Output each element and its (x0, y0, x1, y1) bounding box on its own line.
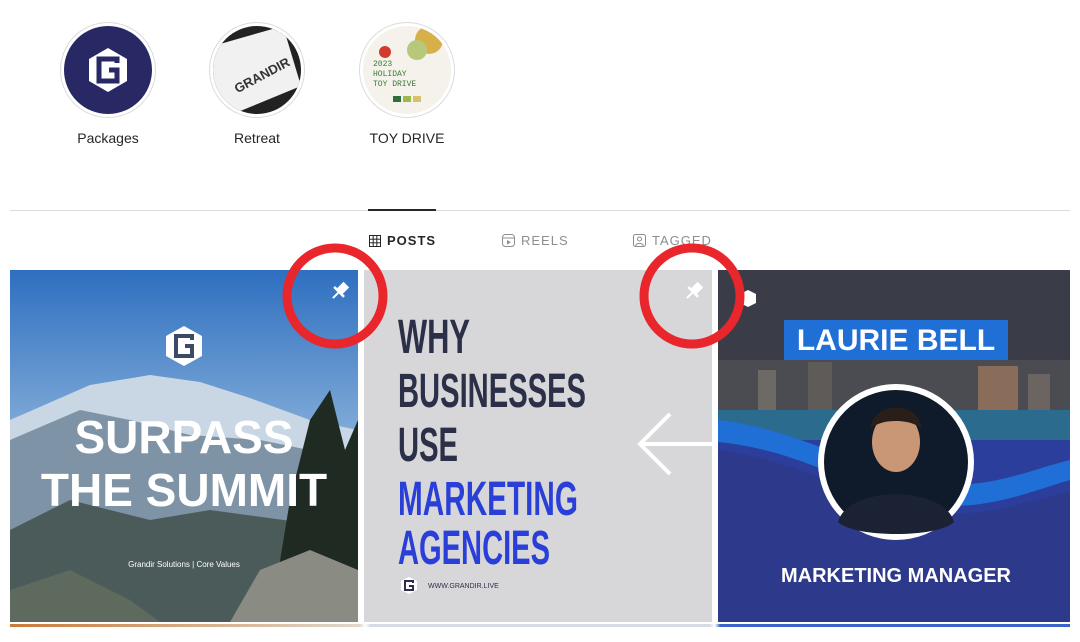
tab-posts[interactable]: POSTS (369, 233, 436, 248)
tab-label: REELS (521, 233, 569, 248)
highlight-cover-ring: 2023 HOLIDAY TOY DRIVE (359, 22, 455, 118)
grid-icon (369, 234, 381, 247)
post-laurie-bell[interactable]: LAURIE BELL MARKETING MANAGER (718, 270, 1070, 622)
highlight-label: TOY DRIVE (369, 130, 445, 146)
highlight-cover: 2023 HOLIDAY TOY DRIVE (363, 26, 451, 114)
post-website: WWW.GRANDIR.LIVE (428, 583, 499, 590)
post-image: LAURIE BELL MARKETING MANAGER (718, 270, 1070, 622)
tab-label: TAGGED (652, 233, 712, 248)
post-caption: Grandir Solutions | Core Values (128, 560, 240, 569)
highlight-label: Packages (77, 130, 139, 146)
post-headline-line: USE (398, 419, 458, 472)
highlight-retreat[interactable]: GRANDIR Retreat (209, 22, 305, 146)
tagged-icon (633, 234, 646, 247)
svg-text:2023: 2023 (373, 60, 392, 69)
profile-divider (10, 210, 1070, 211)
person-title: MARKETING MANAGER (781, 565, 1012, 587)
post-headline-line: BUSINESSES (398, 365, 586, 418)
tab-reels[interactable]: REELS (502, 233, 569, 248)
person-name: LAURIE BELL (797, 324, 995, 357)
post-headline-line: SURPASS (75, 411, 294, 463)
tab-tagged[interactable]: TAGGED (633, 233, 712, 248)
post-why-businesses[interactable]: WHY BUSINESSES USE MARKETING AGENCIES WW… (364, 270, 712, 622)
post-headline-line: THE SUMMIT (41, 464, 327, 516)
highlight-cover (64, 26, 152, 114)
post-image: SURPASS THE SUMMIT Grandir Solutions | C… (10, 270, 358, 622)
next-row-strip (10, 624, 1070, 627)
reels-icon (502, 234, 515, 247)
highlight-packages[interactable]: Packages (60, 22, 156, 146)
active-tab-indicator (368, 209, 436, 211)
highlight-cover-ring: GRANDIR (209, 22, 305, 118)
svg-text:HOLIDAY: HOLIDAY (373, 70, 407, 79)
tab-label: POSTS (387, 233, 437, 248)
post-image: WHY BUSINESSES USE MARKETING AGENCIES WW… (364, 270, 712, 622)
highlight-label: Retreat (234, 130, 280, 146)
highlight-toy-drive[interactable]: 2023 HOLIDAY TOY DRIVE TOY DRIVE (359, 22, 455, 146)
post-headline-accent: MARKETING (398, 473, 578, 526)
post-headline-accent: AGENCIES (398, 522, 550, 575)
highlight-cover-ring (60, 22, 156, 118)
post-headline-line: WHY (398, 311, 470, 364)
retreat-cover-image: GRANDIR (213, 26, 301, 114)
post-surpass-the-summit[interactable]: SURPASS THE SUMMIT Grandir Solutions | C… (10, 270, 358, 622)
grandir-logo-icon (64, 26, 152, 114)
toy-drive-cover-image: 2023 HOLIDAY TOY DRIVE (363, 26, 451, 114)
highlight-cover: GRANDIR (213, 26, 301, 114)
svg-text:TOY DRIVE: TOY DRIVE (373, 80, 416, 89)
